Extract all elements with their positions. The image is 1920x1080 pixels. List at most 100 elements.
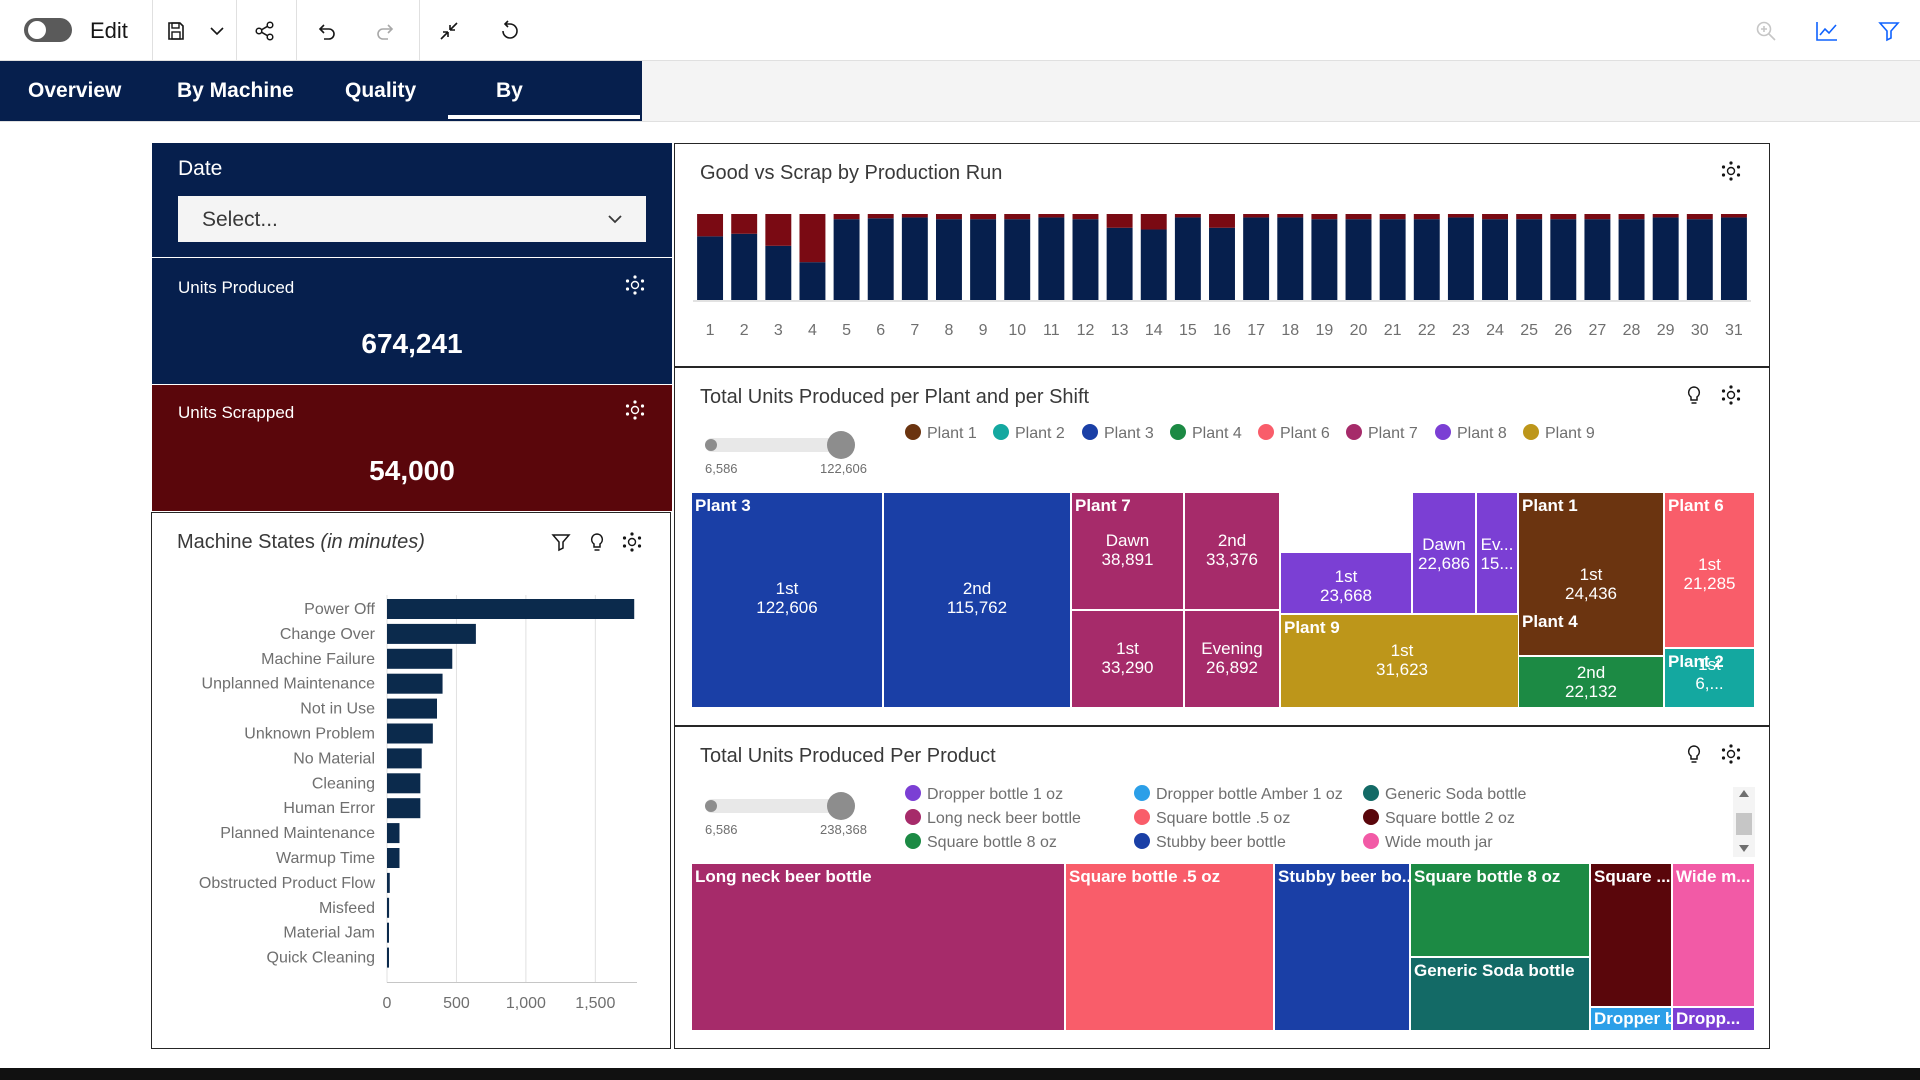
slider-handle-max[interactable]: [827, 792, 855, 820]
range-slider[interactable]: [705, 430, 855, 459]
shift-label: Dawn: [1422, 535, 1466, 554]
x-tick-label: 1,000: [506, 995, 546, 1012]
settings-icon[interactable]: [1718, 741, 1744, 767]
good-bar: [1618, 219, 1645, 300]
redo-icon[interactable]: [371, 16, 401, 46]
date-select[interactable]: Select...: [178, 196, 646, 242]
date-select-placeholder: Select...: [202, 208, 278, 231]
kpi-value: 54,000: [369, 455, 455, 486]
legend-label: Plant 4: [1192, 425, 1242, 442]
treemap-cell: 2nd 115,762: [883, 492, 1071, 708]
scrap-bar: [1140, 214, 1167, 230]
legend-label: Generic Soda bottle: [1385, 786, 1527, 803]
treemap-cell: Plant 7 Dawn 38,891: [1071, 492, 1184, 610]
undo-icon[interactable]: [311, 16, 341, 46]
treemap-cell: 2nd 33,376: [1184, 492, 1280, 610]
settings-icon[interactable]: [622, 272, 648, 298]
reset-icon[interactable]: [494, 16, 524, 46]
scrap-bar: [1004, 214, 1031, 220]
good-bar: [1482, 219, 1509, 300]
good-bar: [1447, 217, 1474, 300]
legend-label: Plant 1: [927, 425, 977, 442]
treemap-cell-value: Ev... 15...: [1477, 535, 1517, 573]
tab-by-production[interactable]: By Production: [448, 61, 640, 162]
save-icon[interactable]: [161, 16, 191, 46]
product-legend: Dropper bottle 1 oz Dropper bottle Amber …: [905, 785, 1725, 855]
legend-swatch: [905, 833, 921, 849]
bar: [387, 947, 389, 968]
x-tick-label: 1: [706, 322, 715, 339]
scrap-bar: [1686, 214, 1713, 220]
x-tick-label: 21: [1384, 322, 1402, 339]
zoom-icon[interactable]: [1751, 16, 1781, 46]
legend-item: Plant 2: [993, 424, 1065, 443]
range-slider[interactable]: [705, 791, 855, 820]
bar: [387, 897, 390, 918]
legend-item: Wide mouth jar: [1363, 833, 1493, 852]
good-bar: [970, 219, 997, 300]
good-bar: [901, 217, 928, 300]
bar: [387, 748, 422, 769]
line-chart-icon[interactable]: [1812, 16, 1842, 46]
scroll-up-icon[interactable]: [1739, 790, 1749, 797]
lightbulb-icon[interactable]: [1681, 741, 1707, 767]
scrap-bar: [901, 214, 928, 218]
chevron-down-icon[interactable]: [202, 16, 232, 46]
scrap-bar: [1209, 214, 1235, 228]
shift-value: 122,606: [756, 598, 818, 617]
collapse-icon[interactable]: [434, 16, 464, 46]
good-bar: [935, 219, 962, 300]
scroll-thumb[interactable]: [1736, 813, 1752, 835]
tab-overview[interactable]: Overview: [28, 61, 121, 121]
treemap-cell: Plant 3 1st 122,606: [691, 492, 883, 708]
legend-swatch: [1134, 809, 1150, 825]
panel-title: Total Units Produced Per Product: [700, 745, 996, 767]
per-product-treemap: Long neck beer bottle Square bottle .5 oz…: [691, 863, 1755, 1031]
x-tick-label: 6: [876, 322, 885, 339]
legend-item: Long neck beer bottle: [905, 809, 1081, 828]
x-tick-label: 2: [740, 322, 749, 339]
shift-label: Evening: [1201, 639, 1263, 658]
tab-quality[interactable]: Quality: [345, 61, 416, 121]
edit-toggle[interactable]: [24, 18, 72, 42]
good-bar: [833, 219, 860, 300]
x-tick-label: 23: [1452, 322, 1470, 339]
shift-value: 6,...: [1695, 674, 1724, 693]
filter-icon[interactable]: [1874, 16, 1904, 46]
slider-handle-max[interactable]: [827, 431, 855, 459]
settings-icon[interactable]: [622, 397, 648, 423]
bar: [387, 599, 635, 619]
shift-value: 24,436: [1565, 584, 1617, 603]
treemap-cell-value: 1st 122,606: [692, 579, 882, 617]
scrap-bar: [1243, 214, 1270, 218]
legend-label: Long neck beer bottle: [927, 810, 1081, 827]
treemap-group-label: Plant 8: [1284, 496, 1340, 515]
tab-by-machine[interactable]: By Machine: [177, 61, 294, 121]
slider-handle-min[interactable]: [705, 439, 717, 451]
plant-shift-treemap: Plant 3 1st 122,606 2nd 115,762 Plant 7 Dawn 38…: [691, 492, 1755, 708]
treemap-cell-label: Stubby beer bo...: [1278, 867, 1410, 886]
settings-icon[interactable]: [1718, 382, 1744, 408]
slider-handle-min[interactable]: [705, 800, 717, 812]
legend-item: Generic Soda bottle: [1363, 785, 1526, 804]
legend-item: Plant 8: [1435, 424, 1507, 443]
shift-label: 1st: [1390, 641, 1414, 660]
scrap-bar: [970, 214, 997, 220]
good-bar: [1277, 217, 1304, 300]
share-icon[interactable]: [250, 16, 280, 46]
treemap-cell: 2nd 22,132: [1518, 656, 1664, 708]
legend-item: Plant 7: [1346, 424, 1418, 443]
treemap-cell-label: Generic Soda bottle: [1414, 961, 1575, 980]
good-bar: [1413, 219, 1440, 300]
lightbulb-icon[interactable]: [1681, 382, 1707, 408]
good-bar: [1174, 217, 1201, 300]
scrap-bar: [867, 214, 894, 219]
legend-scrollbar[interactable]: [1733, 787, 1755, 857]
scrap-bar: [1482, 214, 1509, 220]
good-bar: [1550, 219, 1577, 300]
legend-item: Plant 4: [1170, 424, 1242, 443]
y-category-label: Unknown Problem: [244, 726, 375, 743]
scroll-down-icon[interactable]: [1739, 845, 1749, 852]
good-bar: [731, 233, 758, 300]
shift-value: 22,686: [1418, 554, 1470, 573]
